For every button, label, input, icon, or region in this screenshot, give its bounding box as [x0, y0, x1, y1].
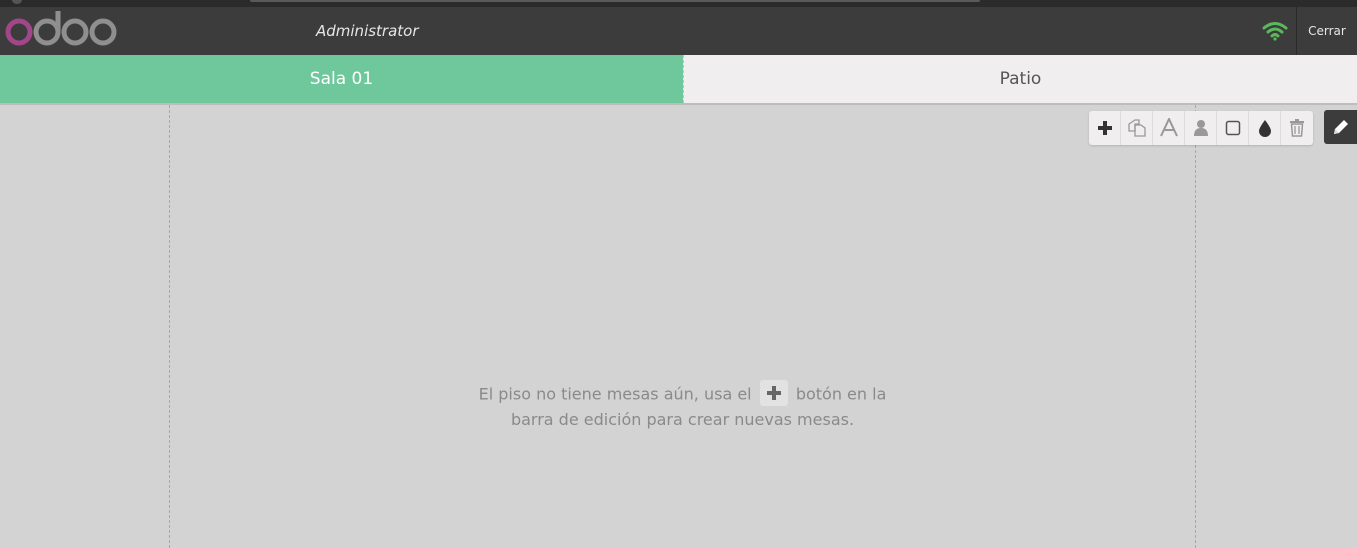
floor-guide-right	[1195, 105, 1196, 548]
shape-button[interactable]	[1217, 111, 1249, 145]
tabs-divider	[0, 103, 1357, 105]
odoo-logo	[5, 11, 117, 46]
edit-toolbar	[1089, 111, 1313, 145]
text-icon	[1159, 118, 1178, 137]
floor-tab-patio[interactable]: Patio	[683, 55, 1357, 103]
seats-icon	[1193, 120, 1208, 136]
color-button[interactable]	[1249, 111, 1281, 145]
pos-header: Administrator Cerrar	[0, 7, 1357, 55]
delete-table-button[interactable]	[1281, 111, 1313, 145]
empty-message-line2: barra de edición para crear nuevas mesas…	[510, 410, 855, 429]
floor-guide-left	[169, 105, 170, 548]
seats-button[interactable]	[1185, 111, 1217, 145]
browser-address-bar	[250, 0, 980, 2]
cashier-name[interactable]: Administrator	[316, 22, 419, 40]
inline-plus-badge	[759, 380, 788, 406]
close-button[interactable]: Cerrar	[1296, 7, 1357, 55]
duplicate-table-button[interactable]	[1121, 111, 1153, 145]
empty-message-part2: botón en la	[795, 384, 887, 404]
color-drop-icon	[1258, 120, 1271, 137]
shape-square-icon	[1225, 120, 1240, 136]
browser-button	[12, 0, 22, 4]
edit-mode-toggle[interactable]	[1324, 110, 1357, 144]
rename-table-button[interactable]	[1153, 111, 1185, 145]
copy-icon	[1127, 119, 1146, 137]
add-table-button[interactable]	[1089, 111, 1121, 145]
trash-icon	[1290, 119, 1304, 137]
pencil-icon	[1333, 120, 1348, 134]
plus-icon	[766, 386, 781, 400]
floor-tab-sala-01[interactable]: Sala 01	[0, 55, 683, 103]
floor-tabs: Sala 01 Patio	[0, 55, 1357, 103]
plus-icon	[1097, 121, 1112, 135]
empty-message-part1: El piso no tiene mesas aún, usa el	[478, 384, 752, 404]
wifi-icon	[1262, 22, 1288, 41]
browser-top-strip	[0, 0, 1357, 7]
empty-floor-message: El piso no tiene mesas aún, usa el botón…	[470, 380, 895, 431]
